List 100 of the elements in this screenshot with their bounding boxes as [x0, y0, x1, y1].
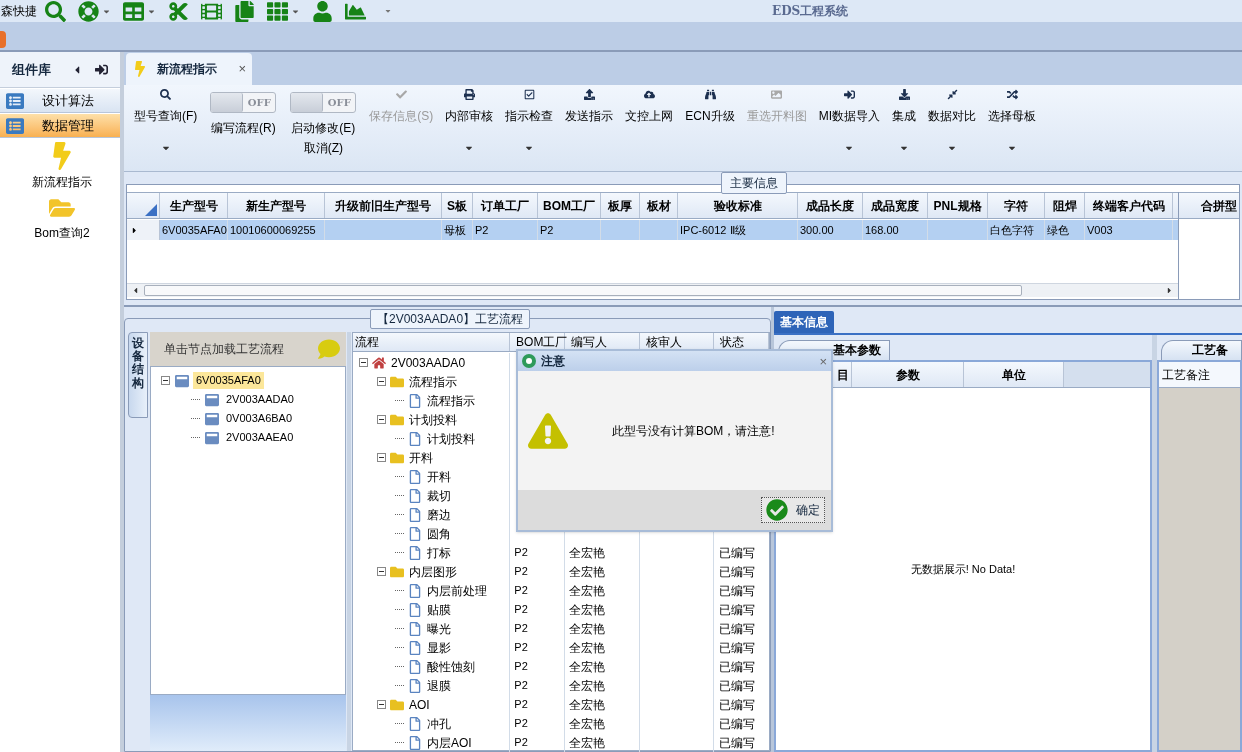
ribbon-button[interactable]: 集成 [886, 87, 922, 153]
collapse-icon[interactable] [377, 453, 386, 462]
home-icon [372, 355, 386, 370]
tab[interactable]: 基本信息 [774, 311, 834, 333]
copy-button[interactable] [234, 0, 255, 22]
tree-node[interactable]: 裁切 [427, 486, 451, 505]
sidebar-item[interactable]: Bom查询2 [6, 195, 118, 242]
vertical-tab[interactable]: 设备结构 [128, 332, 148, 418]
tree-node[interactable]: 开料 [427, 467, 451, 486]
column-header[interactable]: 参数 [852, 362, 964, 387]
search-icon [160, 89, 172, 100]
user-button[interactable] [312, 0, 333, 22]
tree-node[interactable]: 内层前处理 [427, 581, 487, 600]
tree-node[interactable]: 曝光 [427, 619, 451, 638]
customize-icon[interactable] [384, 7, 392, 15]
tree-node[interactable]: 磨边 [427, 505, 451, 524]
tree-node[interactable]: 退膜 [427, 676, 451, 695]
column-header[interactable]: S板 [442, 193, 473, 218]
ribbon-button[interactable]: 文控上网 [619, 87, 680, 153]
column-header[interactable]: BOM工厂 [538, 193, 601, 218]
tree-node[interactable]: 贴膜 [427, 600, 451, 619]
tree-node[interactable]: AOI [409, 695, 430, 714]
column-header[interactable]: 板材 [640, 193, 678, 218]
sidebar-group[interactable]: 设计算法 [0, 89, 120, 113]
tree-node[interactable]: 打标 [427, 543, 451, 562]
column-header[interactable]: 终端客户代码 [1085, 193, 1173, 218]
download-icon [898, 89, 910, 100]
ribbon-button[interactable]: 选择母板 [982, 87, 1042, 153]
ribbon-button[interactable]: 数据对比 [922, 87, 982, 153]
column-header[interactable]: 生产型号 [160, 193, 228, 218]
tree-node[interactable]: 计划投料 [409, 410, 457, 429]
tree-node[interactable]: 冲孔 [427, 714, 451, 733]
column-header[interactable]: 升级前旧生产型号 [325, 193, 442, 218]
close-button[interactable]: × [238, 59, 246, 79]
tree-node[interactable]: 显影 [427, 638, 451, 657]
column-header[interactable]: 成品宽度 [863, 193, 928, 218]
search-button[interactable] [45, 0, 66, 22]
document-tab[interactable]: 新流程指示 × [126, 53, 252, 85]
ribbon-button[interactable]: 内部审核 [439, 87, 500, 153]
collapse-icon[interactable] [377, 377, 386, 386]
table-cell-text: P2 [514, 640, 528, 656]
ribbon-button[interactable]: ECN升级 [679, 87, 741, 153]
table-cell-text: P2 [514, 716, 528, 732]
tree-node[interactable]: 6V0035AFA0 [193, 372, 264, 389]
column-header[interactable]: PNL规格 [928, 193, 988, 218]
collapse-icon[interactable] [359, 358, 368, 367]
scrollbar-thumb[interactable] [144, 285, 1022, 296]
sidebar-item[interactable]: 新流程指示 [6, 142, 118, 191]
collapse-icon[interactable] [377, 700, 386, 709]
file-icon [408, 678, 422, 693]
scissors-button[interactable] [168, 0, 189, 22]
tree-node[interactable]: 内层图形 [409, 562, 457, 581]
ribbon-button[interactable]: MI数据导入 [812, 87, 886, 153]
collapse-icon[interactable] [161, 376, 170, 385]
collapse-icon[interactable] [377, 415, 386, 424]
tab[interactable]: 工艺备 [1161, 340, 1242, 360]
ok-button[interactable]: 确定 [761, 497, 825, 523]
column-header[interactable]: 成品长度 [798, 193, 863, 218]
tree-node[interactable]: 内层AOI [427, 733, 472, 752]
tree-node[interactable]: 2V003AADA0 [391, 353, 466, 372]
tree-node[interactable]: 酸性蚀刻 [427, 657, 475, 676]
file-icon [408, 640, 422, 655]
ribbon-button[interactable]: 发送指示 [559, 87, 620, 153]
ribbon-button[interactable]: 指示检查 [499, 87, 560, 153]
printer-icon [463, 89, 475, 100]
warning-icon [528, 410, 568, 451]
column-header[interactable]: 阻焊 [1045, 193, 1085, 218]
scroll-left-icon[interactable] [131, 286, 140, 295]
scroll-right-icon[interactable] [1165, 286, 1174, 295]
window-icon [205, 430, 219, 445]
column-header[interactable]: 板厚 [601, 193, 640, 218]
tree-node[interactable]: 2V003AADA0 [223, 391, 297, 408]
tree-node[interactable]: 计划投料 [427, 429, 475, 448]
dialog-title: 注意 [541, 353, 565, 370]
column-header[interactable]: 订单工厂 [473, 193, 538, 218]
table-cell-text: 全宏艳 [569, 620, 606, 638]
ribbon-button[interactable]: 型号查询(F) [128, 87, 204, 153]
pin-icon[interactable] [95, 63, 108, 76]
tree-node[interactable]: 0V003A6BA0 [223, 410, 296, 427]
column-header[interactable]: 新生产型号 [228, 193, 325, 218]
tree-node[interactable]: 圆角 [427, 524, 451, 543]
tree-node[interactable]: 流程指示 [409, 372, 457, 391]
table-cell-text: 已编写 [719, 677, 756, 695]
column-header[interactable]: 字符 [988, 193, 1045, 218]
table-cell-text: 已编写 [719, 601, 756, 619]
search-icon [45, 0, 66, 22]
column-header[interactable]: 验收标准 [678, 193, 798, 218]
table-cell-text: P2 [514, 678, 528, 694]
table-button[interactable] [123, 0, 144, 22]
collapse-icon[interactable] [377, 567, 386, 576]
table-row[interactable]: 6V0035AFA0 10010600069255 母板 P2 P2 IPC-6012 Ⅱ级 300.00 168.00 白色字符 绿色 V003 [127, 220, 1178, 240]
grid-button[interactable] [267, 0, 288, 22]
window-icon [175, 373, 189, 388]
column-header[interactable]: 流程 [353, 333, 511, 351]
table-cell-text: P2 [514, 545, 528, 561]
tree-node[interactable]: 流程指示 [427, 391, 475, 410]
sidebar-group[interactable]: 数据管理 [0, 114, 120, 138]
tree-node[interactable]: 开料 [409, 448, 433, 467]
lifebuoy-button[interactable] [78, 0, 99, 22]
tree-node[interactable]: 2V003AAEA0 [223, 429, 297, 446]
